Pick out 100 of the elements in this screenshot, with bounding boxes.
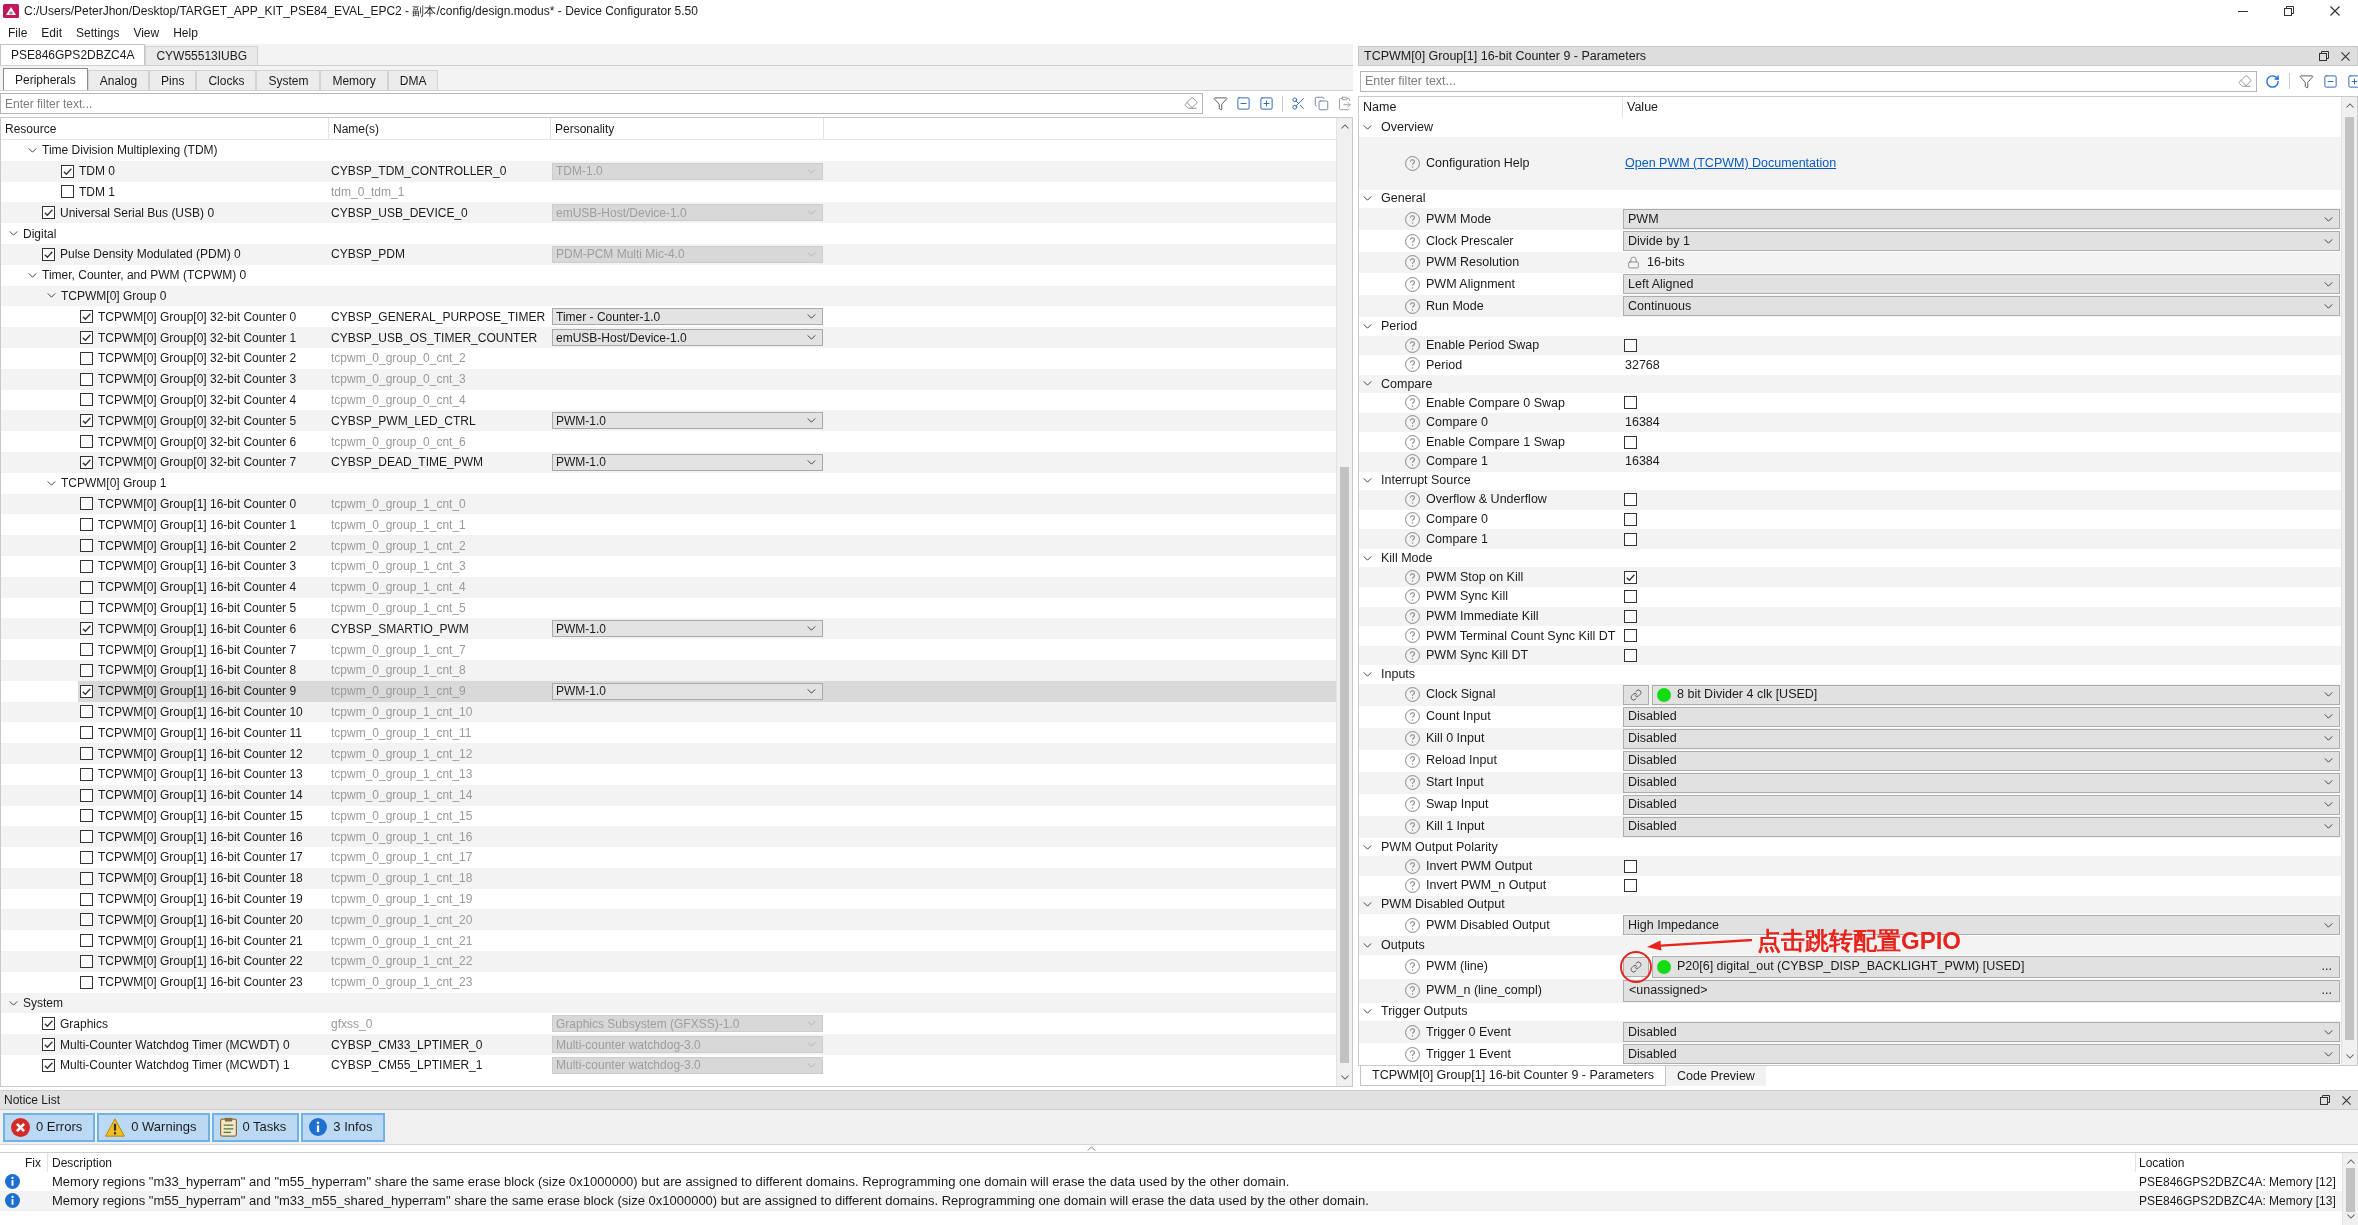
tree-row[interactable]: TCPWM[0] Group[1] 16-bit Counter 11 tcpwm_0_group_1_cnt_11 (78, 722, 1336, 744)
help-icon[interactable] (1405, 276, 1420, 292)
checkbox[interactable] (1624, 512, 1637, 526)
personality-dropdown[interactable]: PWM-1.0 (552, 453, 823, 471)
close-icon[interactable] (2342, 1095, 2351, 1105)
scrollbar[interactable] (2342, 1153, 2358, 1225)
checkbox[interactable] (42, 1038, 55, 1052)
checkbox[interactable] (1624, 493, 1637, 507)
value-dropdown[interactable]: Disabled (1623, 1022, 2340, 1042)
help-icon[interactable] (1405, 731, 1420, 747)
checkbox[interactable] (80, 455, 93, 469)
tree-row[interactable]: TCPWM[0] Group 1 (59, 472, 1336, 494)
help-icon[interactable] (1405, 878, 1420, 894)
close-icon[interactable] (2341, 51, 2350, 61)
restore-icon[interactable] (2320, 1095, 2330, 1105)
checkbox[interactable] (80, 310, 93, 324)
filter-icon[interactable] (1213, 96, 1228, 111)
checkbox[interactable] (1624, 609, 1637, 623)
device-tab[interactable]: CYW55513IUBG (145, 46, 259, 65)
scroll-up-icon[interactable] (2346, 1159, 2355, 1164)
tree-row[interactable]: TCPWM[0] Group[1] 16-bit Counter 1 tcpwm_0_group_1_cnt_1 (78, 514, 1336, 536)
checkbox[interactable] (80, 684, 93, 698)
tree-row[interactable]: TCPWM[0] Group[1] 16-bit Counter 3 tcpwm_0_group_1_cnt_3 (78, 555, 1336, 577)
checkbox[interactable] (1624, 435, 1637, 449)
chevron-down-icon[interactable] (8, 1000, 18, 1006)
checkbox[interactable] (1624, 629, 1637, 643)
tree-row[interactable]: TCPWM[0] Group[1] 16-bit Counter 23 tcpwm_0_group_1_cnt_23 (78, 971, 1336, 993)
device-tab[interactable]: PSE846GPS2DBZC4A (0, 44, 146, 65)
help-icon[interactable] (1405, 155, 1420, 171)
tree-row[interactable]: TCPWM[0] Group[1] 16-bit Counter 15 tcpwm_0_group_1_cnt_15 (78, 805, 1336, 827)
scrollbar-thumb[interactable] (1340, 467, 1349, 1063)
checkbox[interactable] (80, 954, 93, 968)
browse-button[interactable]: ... (2320, 984, 2333, 997)
filter-toggle[interactable]: 0 Errors (3, 1112, 96, 1142)
value-dropdown[interactable]: Disabled (1623, 750, 2340, 771)
close-icon[interactable] (2330, 6, 2340, 16)
help-icon[interactable] (1405, 628, 1420, 644)
value-dropdown[interactable]: Disabled (1623, 706, 2340, 727)
filter-toggle[interactable]: 3 Infos (301, 1112, 386, 1142)
chevron-down-icon[interactable] (1363, 478, 1372, 484)
chevron-down-icon[interactable] (8, 231, 18, 237)
checkbox[interactable] (80, 351, 93, 365)
tree-row[interactable]: TCPWM[0] Group[1] 16-bit Counter 5 tcpwm_0_group_1_cnt_5 (78, 597, 1336, 619)
scroll-up-icon[interactable] (1340, 124, 1349, 129)
clock-dropdown[interactable]: 8 bit Divider 4 clk [USED] (1652, 684, 2340, 705)
chevron-down-icon[interactable] (46, 293, 56, 299)
checkbox[interactable] (1624, 396, 1637, 410)
help-icon[interactable] (1405, 819, 1420, 835)
help-icon[interactable] (1405, 454, 1420, 470)
chevron-down-icon[interactable] (1363, 124, 1372, 130)
chevron-down-icon[interactable] (27, 272, 37, 278)
tree-row[interactable]: TCPWM[0] Group[1] 16-bit Counter 19 tcpwm_0_group_1_cnt_19 (78, 888, 1336, 910)
panel-tab[interactable]: TCPWM[0] Group[1] 16-bit Counter 9 - Parameters (1360, 1066, 1667, 1086)
chevron-down-icon[interactable] (1363, 902, 1372, 908)
menu-item[interactable]: File (1, 22, 35, 44)
personality-dropdown[interactable]: PWM-1.0 (552, 620, 823, 638)
help-icon[interactable] (1405, 415, 1420, 431)
paste-icon[interactable] (1337, 96, 1352, 111)
tree-row[interactable]: Time Division Multiplexing (TDM) (40, 140, 1336, 161)
value-dropdown[interactable]: Disabled (1623, 794, 2340, 815)
tree-row[interactable]: TDM 1 tdm_0_tdm_1 (59, 181, 1336, 203)
link-button[interactable] (1623, 684, 1649, 705)
refresh-icon[interactable] (2265, 73, 2280, 89)
restore-icon[interactable] (2319, 51, 2329, 61)
personality-dropdown[interactable]: PWM-1.0 (552, 682, 823, 700)
checkbox[interactable] (1624, 649, 1637, 662)
checkbox[interactable] (80, 913, 93, 927)
checkbox[interactable] (80, 622, 93, 636)
resource-tab[interactable]: DMA (387, 70, 439, 90)
checkbox[interactable] (80, 830, 93, 844)
checkbox[interactable] (80, 726, 93, 740)
browse-button[interactable]: ... (2320, 960, 2333, 973)
help-icon[interactable] (1405, 1024, 1420, 1040)
value-dropdown[interactable]: Left Aligned (1623, 274, 2340, 294)
scroll-down-icon[interactable] (2345, 1054, 2354, 1059)
scroll-down-icon[interactable] (2346, 1214, 2355, 1219)
checkbox[interactable] (80, 934, 93, 948)
checkbox[interactable] (42, 1058, 55, 1072)
help-icon[interactable] (1405, 569, 1420, 585)
chevron-down-icon[interactable] (1363, 381, 1372, 387)
help-icon[interactable] (1405, 233, 1420, 249)
collapse-all-icon[interactable] (1236, 96, 1251, 111)
tree-row[interactable]: Digital (21, 223, 1336, 244)
resource-tab[interactable]: Peripherals (3, 68, 88, 90)
help-icon[interactable] (1405, 917, 1420, 933)
eraser-icon[interactable] (1184, 96, 1198, 110)
resource-tab[interactable]: Pins (149, 70, 197, 90)
help-icon[interactable] (1405, 531, 1420, 547)
checkbox[interactable] (80, 767, 93, 781)
checkbox[interactable] (1624, 532, 1637, 546)
eraser-icon[interactable] (2238, 73, 2252, 88)
help-icon[interactable] (1405, 709, 1420, 725)
filter-icon[interactable] (2299, 73, 2314, 89)
tree-row[interactable]: TCPWM[0] Group[1] 16-bit Counter 21 tcpwm_0_group_1_cnt_21 (78, 930, 1336, 952)
minimize-icon[interactable] (2238, 10, 2248, 12)
help-icon[interactable] (1405, 687, 1420, 703)
help-icon[interactable] (1405, 983, 1420, 998)
chevron-down-icon[interactable] (1363, 942, 1372, 948)
menu-item[interactable]: Edit (34, 22, 70, 44)
checkbox[interactable] (80, 331, 93, 345)
